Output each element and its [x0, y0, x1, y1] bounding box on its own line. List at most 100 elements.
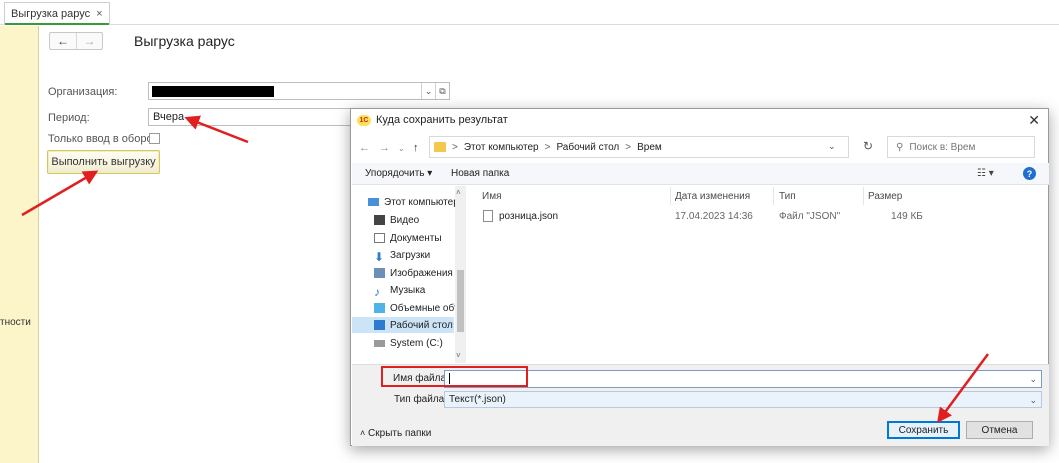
desktop-icon: [374, 320, 385, 330]
save-button[interactable]: Сохранить: [887, 421, 960, 439]
dialog-toolbar: Упорядочить ▾ Новая папка ☷ ▾ ?: [352, 163, 1049, 185]
file-row[interactable]: розница.json 17.04.2023 14:36 Файл "JSON…: [477, 209, 1047, 225]
back-icon[interactable]: ←: [359, 142, 370, 154]
navigation-pane: Этот компьютер Видео Документы ⬇ Загрузк…: [352, 186, 466, 363]
column-size[interactable]: Размер: [868, 191, 902, 202]
file-size: 149 КБ: [891, 211, 923, 222]
address-dropdown-icon[interactable]: ⌄: [828, 141, 836, 152]
cancel-button[interactable]: Отмена: [966, 421, 1033, 439]
downloads-icon: ⬇: [374, 250, 385, 263]
save-dialog: 1С Куда сохранить результат ✕ ← → ⌄ ↑ > …: [350, 108, 1049, 446]
nav-label: Видео: [390, 214, 420, 226]
column-date[interactable]: Дата изменения: [675, 191, 750, 202]
crumb-separator: >: [452, 141, 458, 153]
nav-label: Изображения: [390, 267, 453, 279]
crumb-desktop[interactable]: Рабочий стол: [556, 142, 619, 153]
nav-scrollbar[interactable]: ˄ ˅: [455, 186, 466, 363]
crumb-vrem[interactable]: Врем: [637, 142, 662, 153]
tab-label: Выгрузка рарус: [11, 7, 91, 20]
file-icon: [483, 210, 493, 222]
pictures-icon: [374, 268, 385, 278]
chevron-down-icon[interactable]: ⌄: [421, 83, 435, 99]
filetype-value: Текст(*.json): [449, 394, 506, 405]
recent-dropdown-icon[interactable]: ⌄: [398, 144, 405, 153]
chevron-down-icon[interactable]: ⌄: [1029, 395, 1037, 406]
tab-vygruzka[interactable]: Выгрузка рарус ×: [4, 2, 110, 25]
chevron-up-icon: ˄: [360, 428, 366, 438]
chevron-up-icon[interactable]: ˄: [456, 188, 461, 197]
up-arrow-icon[interactable]: ↑: [413, 142, 419, 154]
view-options-icon[interactable]: ☷ ▾: [977, 168, 994, 179]
search-placeholder: Поиск в: Врем: [909, 141, 976, 153]
hide-folders-label: Скрыть папки: [368, 428, 432, 439]
nav-item-desktop[interactable]: Рабочий стол: [352, 317, 454, 333]
nav-label: System (C:): [390, 337, 443, 349]
video-icon: [374, 215, 385, 225]
filename-input[interactable]: ⌄: [444, 370, 1042, 388]
column-divider[interactable]: [773, 187, 774, 205]
search-icon: ⚲: [896, 141, 904, 153]
tab-close-icon[interactable]: ×: [96, 8, 102, 20]
dialog-title: Куда сохранить результат: [376, 114, 508, 126]
organization-field[interactable]: ⌄ ⧉: [148, 82, 450, 100]
folder-icon: [434, 142, 446, 152]
nav-label: Объемные объ: [390, 302, 461, 314]
filetype-select[interactable]: Текст(*.json) ⌄: [444, 391, 1042, 408]
file-name: розница.json: [499, 211, 559, 222]
filetype-label: Тип файла:: [394, 394, 447, 405]
help-icon[interactable]: ?: [1023, 167, 1036, 180]
column-name[interactable]: Имя: [482, 191, 501, 202]
forward-icon[interactable]: →: [379, 142, 390, 154]
sidebar-text[interactable]: тности: [0, 317, 31, 328]
period-label: Период:: [48, 112, 90, 124]
computer-icon: [368, 198, 379, 206]
only-input-label: Только ввод в оборот:: [48, 133, 161, 145]
nav-label: Рабочий стол: [390, 319, 453, 331]
chevron-down-icon[interactable]: ⌄: [1029, 374, 1037, 385]
refresh-icon[interactable]: ↻: [857, 139, 879, 157]
back-arrow-icon[interactable]: ←: [50, 33, 76, 49]
period-field[interactable]: Вчера: [148, 108, 358, 126]
organize-menu[interactable]: Упорядочить ▾: [365, 168, 432, 179]
hide-folders-toggle[interactable]: ˄ Скрыть папки: [360, 428, 431, 439]
left-sidebar: тности: [0, 26, 39, 463]
column-divider[interactable]: [863, 187, 864, 205]
open-icon[interactable]: ⧉: [435, 83, 449, 99]
file-type: Файл "JSON": [779, 211, 841, 222]
1c-logo-icon: 1С: [357, 114, 371, 126]
drive-icon: [374, 339, 385, 347]
search-input[interactable]: ⚲ Поиск в: Врем: [887, 136, 1035, 158]
nav-label: Музыка: [390, 284, 426, 296]
dialog-titlebar: 1С Куда сохранить результат ✕: [351, 109, 1048, 131]
tab-active-indicator: [5, 23, 109, 25]
tab-bar: Выгрузка рарус ×: [0, 0, 1059, 25]
app-window: Выгрузка рарус × тности ← → Выгрузка рар…: [0, 0, 1059, 463]
run-export-button[interactable]: Выполнить выгрузку: [47, 150, 160, 174]
column-type[interactable]: Тип: [779, 191, 796, 202]
crumb-separator: >: [625, 141, 632, 153]
address-row: ← → ⌄ ↑ > Этот компьютер > Рабочий стол …: [351, 136, 1048, 160]
file-list: Имя Дата изменения Тип Размер розница.js…: [467, 186, 1049, 363]
redacted-value: [152, 86, 274, 97]
close-icon[interactable]: ✕: [1028, 112, 1040, 129]
nav-label: Документы: [390, 232, 442, 244]
music-icon: ♪: [374, 285, 380, 298]
org-label: Организация:: [48, 86, 118, 98]
only-input-checkbox[interactable]: [149, 133, 160, 144]
forward-arrow-icon[interactable]: →: [75, 33, 102, 49]
scroll-thumb[interactable]: [457, 270, 464, 332]
column-divider[interactable]: [670, 187, 671, 205]
documents-icon: [374, 233, 385, 243]
crumb-separator: >: [544, 141, 551, 153]
nav-label: Этот компьютер: [384, 196, 459, 208]
crumb-this-pc[interactable]: Этот компьютер: [464, 142, 539, 153]
file-date: 17.04.2023 14:36: [675, 211, 753, 222]
chevron-down-icon[interactable]: ˅: [456, 351, 461, 360]
3d-objects-icon: [374, 303, 385, 313]
history-nav: ← →: [49, 32, 103, 50]
address-bar[interactable]: > Этот компьютер > Рабочий стол > Врем: [429, 136, 849, 158]
new-folder-button[interactable]: Новая папка: [451, 168, 509, 179]
nav-label: Загрузки: [390, 249, 431, 261]
annotation-highlight-box: [381, 366, 528, 387]
page-title: Выгрузка рарус: [134, 33, 235, 49]
